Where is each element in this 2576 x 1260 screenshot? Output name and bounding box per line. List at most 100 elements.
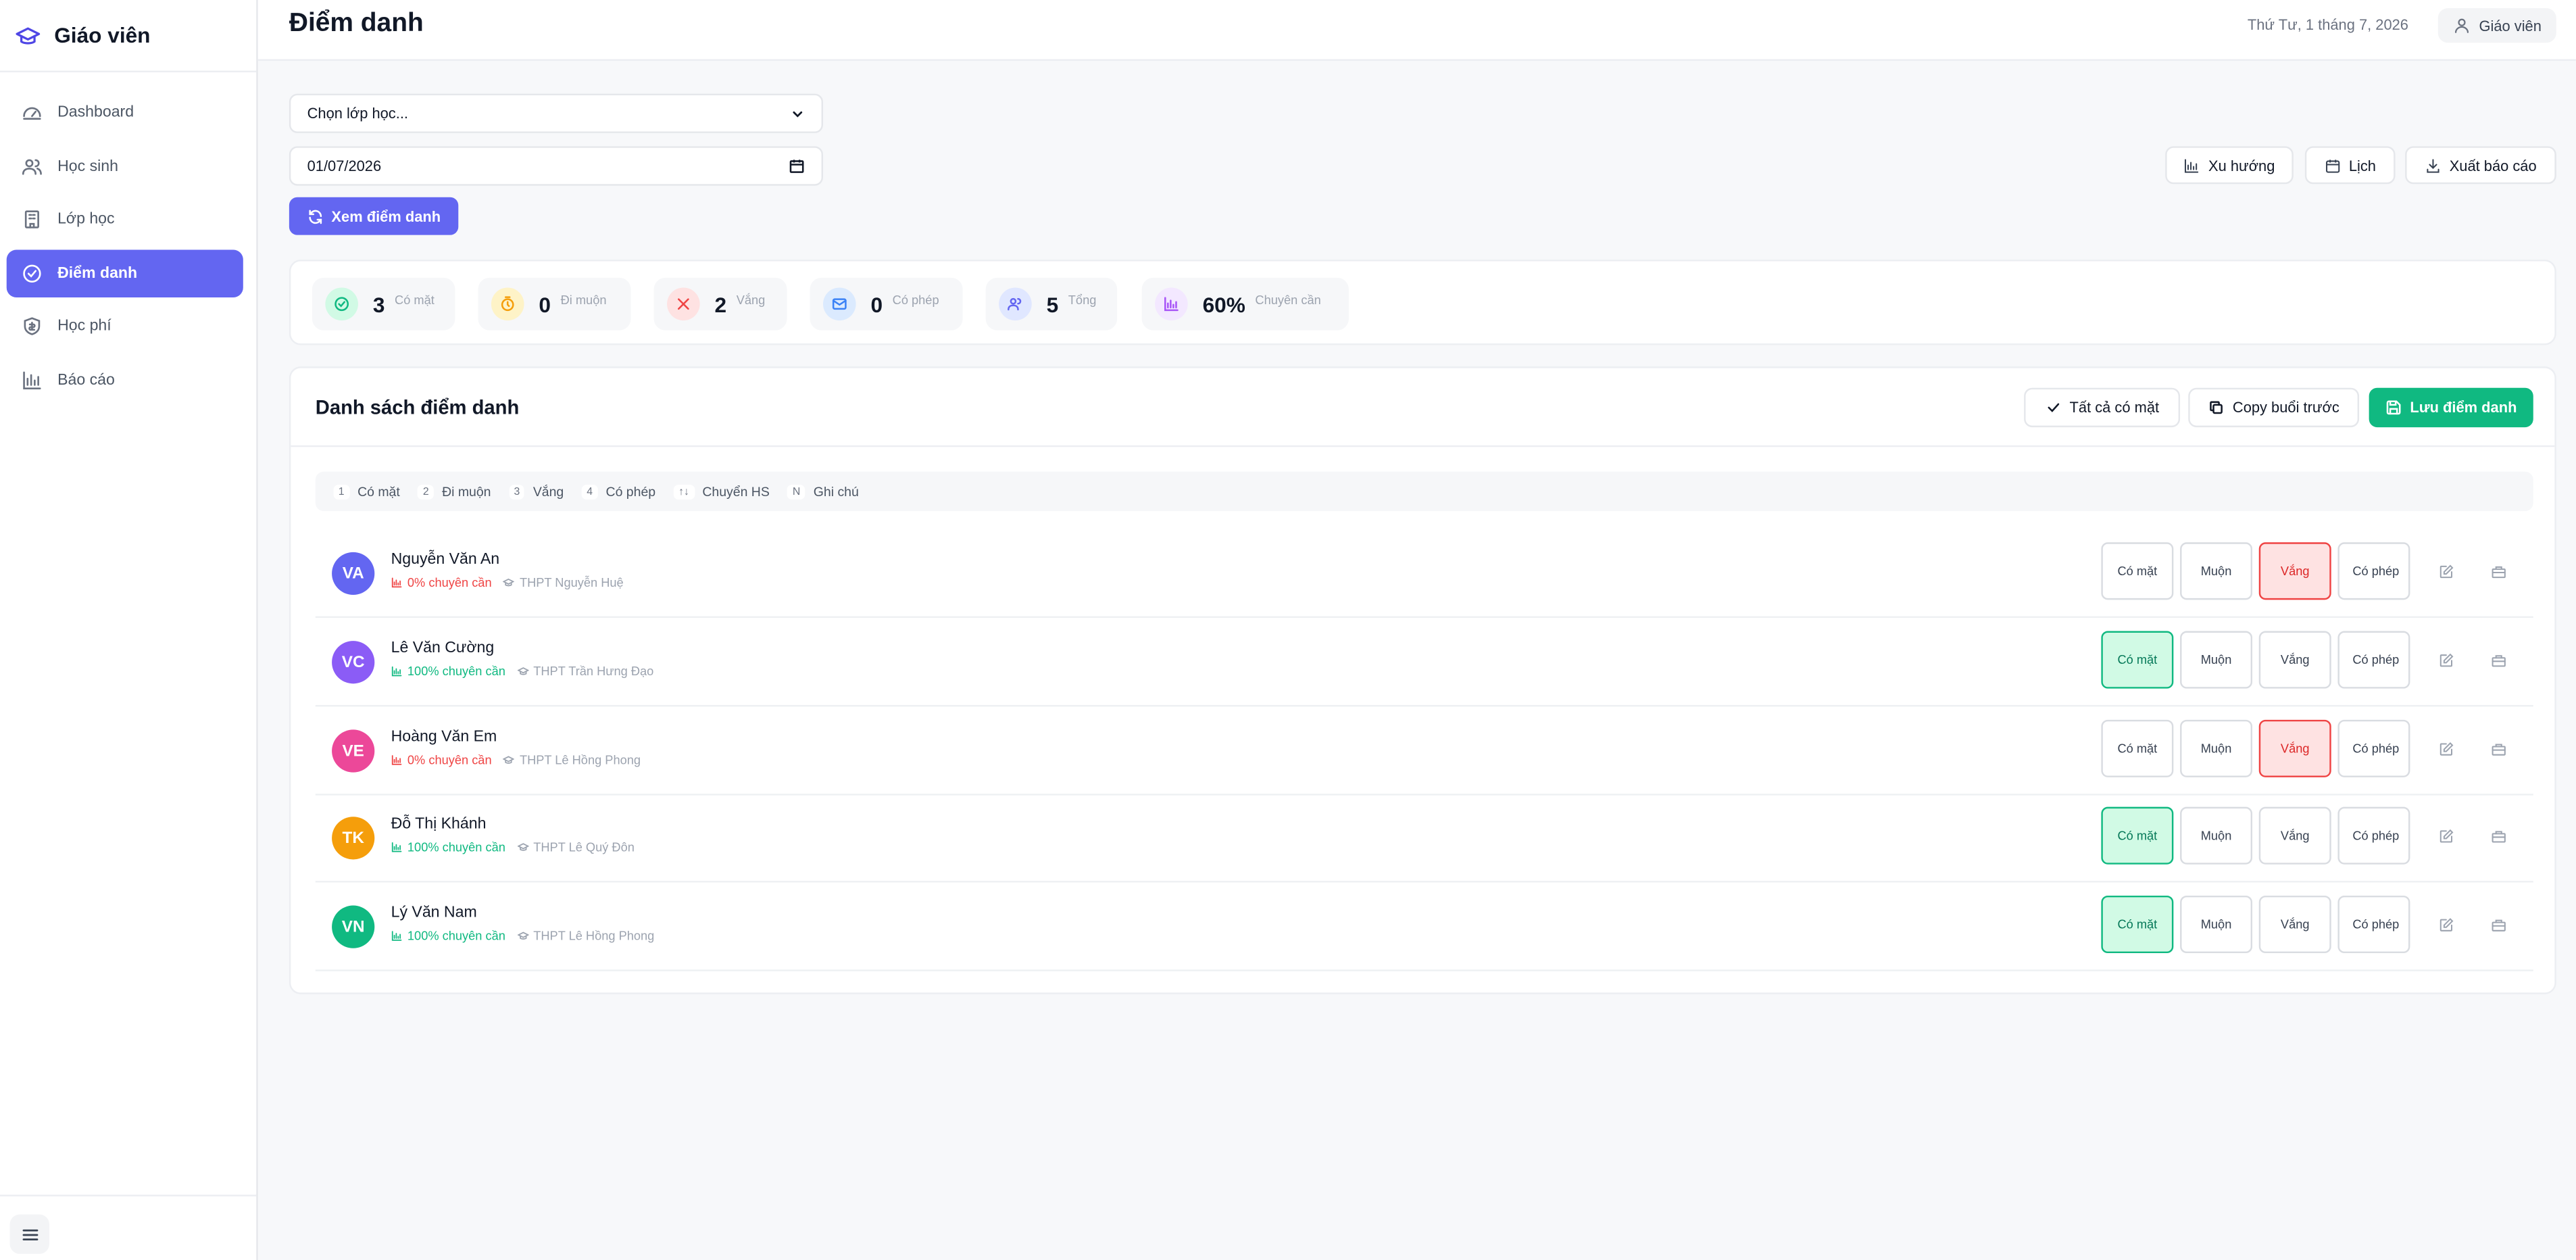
sidebar-item-attendance[interactable]: Điểm danh <box>6 249 243 297</box>
status-label: Muộn <box>2200 563 2232 579</box>
avatar: VA <box>332 552 375 596</box>
stat-late: 0 Đi muộn <box>478 277 631 331</box>
shortcut-key: 2 <box>418 483 434 499</box>
status-excused-button[interactable]: Có phép <box>2337 895 2410 954</box>
edit-note-icon[interactable] <box>2438 564 2454 580</box>
stat-label: Có phép <box>892 291 939 307</box>
school-name: THPT Lê Hồng Phong <box>533 928 655 944</box>
keyboard-shortcuts-bar: 1 Có mặt 2 Đi muộn 3 Vắng 4 Có phép ↑↓ Chuyển… <box>315 471 2533 512</box>
sidebar-item-classes[interactable]: Lớp học <box>7 195 243 243</box>
class-select[interactable]: Chọn lớp học... <box>289 93 823 133</box>
history-icon[interactable] <box>2491 917 2507 934</box>
graduation-cap-icon <box>503 754 515 766</box>
refresh-icon <box>307 208 323 224</box>
student-meta: 0% chuyên cần THPT Nguyễn Huệ <box>391 575 624 590</box>
calendar-picker-icon[interactable] <box>789 158 805 174</box>
mark-all-present-button[interactable]: Tất cả có mặt <box>2024 387 2181 428</box>
status-absent-button[interactable]: Vắng <box>2258 806 2331 865</box>
stat-present-badge <box>325 287 358 321</box>
table-row[interactable]: VN Lý Văn Nam 100% chuyên cần THPT Lê Hồn… <box>315 883 2533 971</box>
mark-all-present-label: Tất cả có mặt <box>2069 399 2160 416</box>
edit-note-icon[interactable] <box>2438 917 2454 934</box>
history-icon[interactable] <box>2491 741 2507 757</box>
status-absent-button[interactable]: Vắng <box>2258 895 2331 954</box>
status-label: Vắng <box>2280 917 2310 932</box>
export-report-button[interactable]: Xuất báo cáo <box>2405 146 2556 185</box>
user-icon <box>2453 16 2471 34</box>
calendar-button[interactable]: Lịch <box>2304 146 2396 185</box>
status-label: Có mặt <box>2117 827 2158 843</box>
status-absent-button[interactable]: Vắng <box>2258 542 2331 600</box>
stat-late-badge <box>491 287 524 321</box>
sidebar-item-label: Báo cáo <box>57 370 115 389</box>
brand[interactable]: Giáo viên <box>0 0 257 72</box>
status-absent-button[interactable]: Vắng <box>2258 631 2331 689</box>
sidebar-item-fees[interactable]: Học phí <box>7 302 243 350</box>
sidebar-item-label: Học sinh <box>57 157 118 175</box>
copy-previous-button[interactable]: Copy buổi trước <box>2188 387 2360 428</box>
status-late-button[interactable]: Muộn <box>2180 806 2253 865</box>
stat-value: 3 <box>372 291 385 316</box>
status-late-button[interactable]: Muộn <box>2180 542 2253 600</box>
status-late-button[interactable]: Muộn <box>2180 895 2253 954</box>
status-present-button[interactable]: Có mặt <box>2101 631 2174 689</box>
table-row[interactable]: TK Đỗ Thị Khánh 100% chuyên cần THPT Lê Q… <box>315 794 2533 883</box>
status-excused-button[interactable]: Có phép <box>2337 631 2410 689</box>
shortcut-late: 2 Đi muộn <box>418 483 491 499</box>
status-label: Vắng <box>2280 827 2310 843</box>
status-present-button[interactable]: Có mặt <box>2101 895 2174 954</box>
avatar: TK <box>332 817 375 860</box>
status-label: Vắng <box>2280 652 2310 667</box>
status-label: Vắng <box>2280 563 2310 579</box>
stats-card: 3 Có mặt 0 Đi muộn 2 Vắng 0 Có phép 5 Tổ… <box>289 260 2556 345</box>
stat-absent: 2 Vắng <box>653 277 787 331</box>
view-attendance-button[interactable]: Xem điểm danh <box>289 197 459 235</box>
calendar-icon <box>2324 157 2340 173</box>
table-row[interactable]: VC Lê Văn Cường 100% chuyên cần THPT Trần… <box>315 618 2533 707</box>
status-present-button[interactable]: Có mặt <box>2101 542 2174 600</box>
status-present-button[interactable]: Có mặt <box>2101 719 2174 777</box>
edit-note-icon[interactable] <box>2438 828 2454 844</box>
history-icon[interactable] <box>2491 652 2507 669</box>
history-icon[interactable] <box>2491 828 2507 844</box>
school-name: THPT Nguyễn Huệ <box>519 575 624 590</box>
shortcut-label: Vắng <box>532 483 564 499</box>
trend-label: Xu hướng <box>2208 157 2275 174</box>
stat-value: 0 <box>870 291 883 316</box>
stat-value: 5 <box>1046 291 1059 316</box>
edit-note-icon[interactable] <box>2438 741 2454 757</box>
shortcut-note: N Ghi chú <box>787 483 859 499</box>
trend-button[interactable]: Xu hướng <box>2165 146 2294 185</box>
date-input[interactable]: 01/07/2026 <box>289 146 823 186</box>
dashboard-icon <box>22 102 43 124</box>
student-meta: 100% chuyên cần THPT Trần Hưng Đạo <box>391 664 653 679</box>
table-row[interactable]: VA Nguyễn Văn An 0% chuyên cần THPT Nguyễ… <box>315 529 2533 619</box>
sidebar-nav: Dashboard Học sinh Lớp học Điểm danh Học… <box>0 72 256 404</box>
chevron-down-icon <box>790 106 805 121</box>
user-menu-button[interactable]: Giáo viên <box>2437 8 2556 43</box>
status-absent-button[interactable]: Vắng <box>2258 719 2331 777</box>
save-attendance-button[interactable]: Lưu điểm danh <box>2369 387 2533 428</box>
status-excused-button[interactable]: Có phép <box>2337 542 2410 600</box>
status-excused-button[interactable]: Có phép <box>2337 806 2410 865</box>
school: THPT Trần Hưng Đạo <box>516 664 653 679</box>
status-late-button[interactable]: Muộn <box>2180 719 2253 777</box>
edit-note-icon[interactable] <box>2438 652 2454 669</box>
sidebar-item-dashboard[interactable]: Dashboard <box>7 89 243 137</box>
table-row[interactable]: VE Hoàng Văn Em 0% chuyên cần THPT Lê Hồn… <box>315 706 2533 796</box>
status-late-button[interactable]: Muộn <box>2180 631 2253 689</box>
trend-chart-icon <box>2184 157 2200 173</box>
status-label: Muộn <box>2200 917 2232 932</box>
list-title: Danh sách điểm danh <box>315 395 520 419</box>
history-icon[interactable] <box>2491 564 2507 580</box>
attendance-rate: 100% chuyên cần <box>391 928 505 944</box>
sidebar-item-reports[interactable]: Báo cáo <box>7 356 243 404</box>
sidebar-item-label: Lớp học <box>57 210 115 228</box>
status-excused-button[interactable]: Có phép <box>2337 719 2410 777</box>
attendance-rate-text: 100% chuyên cần <box>407 928 505 944</box>
sidebar-item-students[interactable]: Học sinh <box>7 142 243 190</box>
menu-toggle-button[interactable] <box>9 1214 49 1254</box>
page-title: Điểm danh <box>289 9 424 38</box>
status-present-button[interactable]: Có mặt <box>2101 806 2174 865</box>
attendance-rate: 100% chuyên cần <box>391 840 505 854</box>
